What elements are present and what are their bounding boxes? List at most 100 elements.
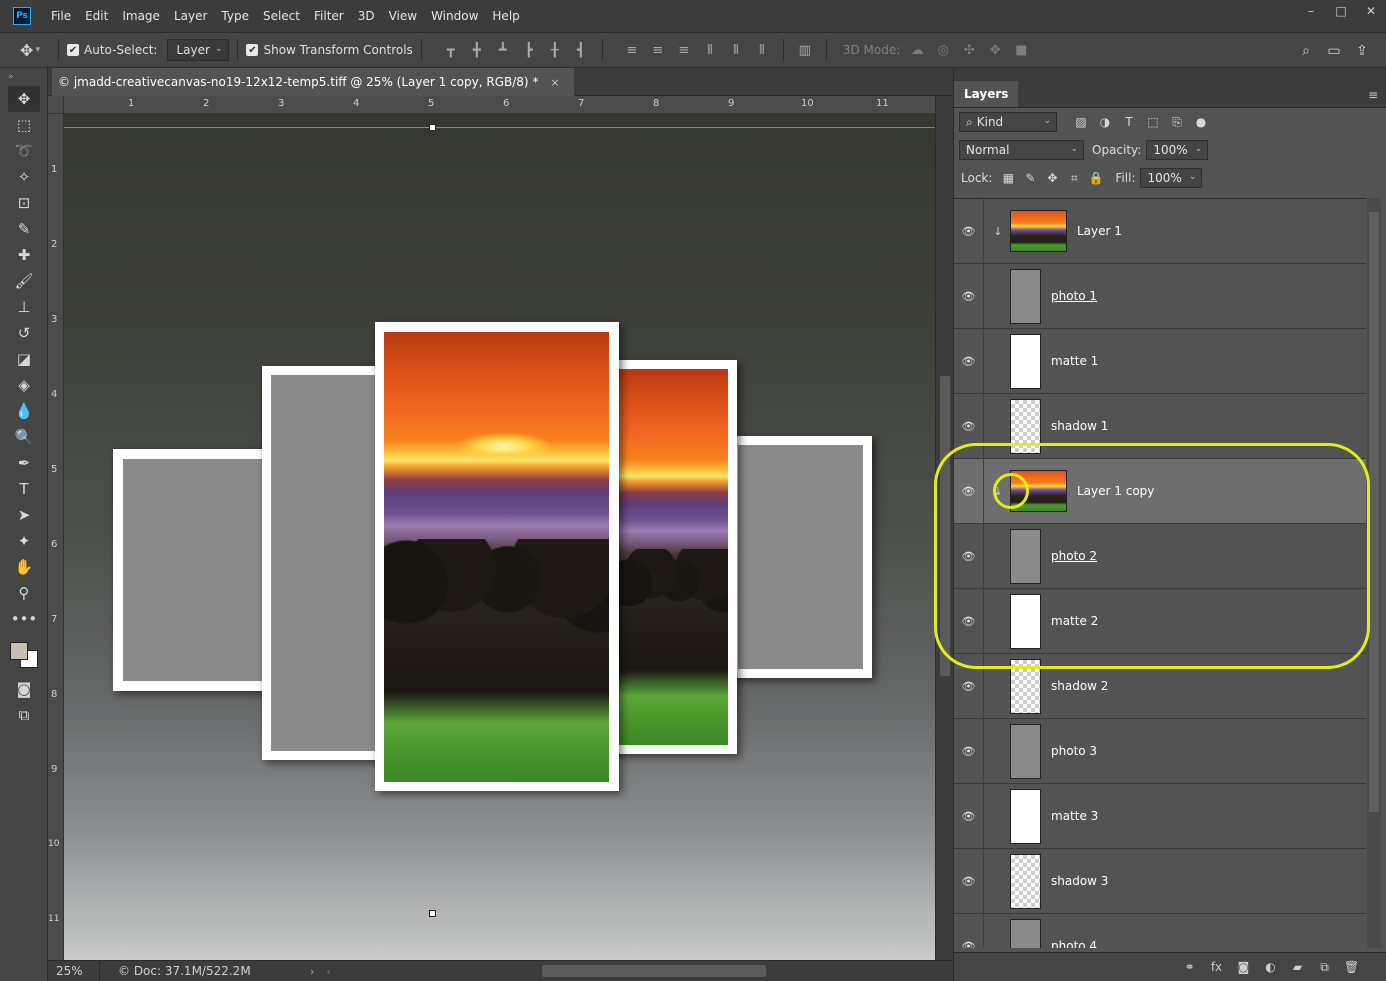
align-right-icon[interactable]: ┫ <box>568 39 594 61</box>
layer-style-icon[interactable]: fx <box>1203 960 1230 974</box>
visibility-eye-icon[interactable]: 👁 <box>954 328 984 394</box>
type-tool-icon[interactable]: T <box>8 476 40 502</box>
adjustment-filter-icon[interactable]: ◑ <box>1093 115 1117 130</box>
lasso-tool-icon[interactable]: ➰ <box>8 138 40 164</box>
clone-stamp-tool-icon[interactable]: ⊥ <box>8 294 40 320</box>
distribute-top-icon[interactable]: ≡ <box>619 39 645 61</box>
dodge-tool-icon[interactable]: 🔍 <box>8 424 40 450</box>
canvas-horizontal-scroll-thumb[interactable] <box>542 965 766 977</box>
lock-artboard-icon[interactable]: ⌗ <box>1063 171 1085 186</box>
menu-3d[interactable]: 3D <box>351 9 382 23</box>
tools-collapse-icon[interactable]: » <box>0 68 47 86</box>
shape-filter-icon[interactable]: ⬚ <box>1141 115 1165 130</box>
layer-name[interactable]: shadow 3 <box>1051 874 1108 888</box>
layer-thumbnail[interactable] <box>1010 268 1041 324</box>
custom-shape-tool-icon[interactable]: ✦ <box>8 528 40 554</box>
layer-row[interactable]: 👁 photo 1 <box>954 263 1366 329</box>
vertical-ruler[interactable]: 1 2 3 4 5 6 7 8 9 10 11 <box>48 114 64 960</box>
layer-thumbnail[interactable] <box>1010 210 1067 252</box>
document-canvas[interactable] <box>64 114 935 960</box>
align-vertical-center-icon[interactable]: ╋ <box>464 39 490 61</box>
menu-view[interactable]: View <box>382 9 424 23</box>
share-icon[interactable]: ⇪ <box>1348 40 1376 62</box>
status-expand-icon[interactable]: › <box>310 965 314 978</box>
new-layer-icon[interactable]: ⧉ <box>1311 960 1338 975</box>
visibility-eye-icon[interactable]: 👁 <box>954 718 984 784</box>
lock-transparent-pixels-icon[interactable]: ▦ <box>997 171 1019 186</box>
minimize-button[interactable]: – <box>1296 0 1326 22</box>
new-adjustment-layer-icon[interactable]: ◐ <box>1257 960 1284 974</box>
visibility-eye-icon[interactable]: 👁 <box>954 199 984 264</box>
crop-tool-icon[interactable]: ⊡ <box>8 190 40 216</box>
distribute-right-icon[interactable]: ⦀ <box>749 39 775 61</box>
3d-orbit-icon[interactable]: ☁ <box>904 39 930 61</box>
lock-position-icon[interactable]: ✥ <box>1041 171 1063 186</box>
layer-thumbnail[interactable] <box>1010 788 1041 844</box>
smart-object-filter-icon[interactable]: ⎘ <box>1165 115 1189 130</box>
opacity-field[interactable]: 100% ⌄ <box>1146 140 1209 160</box>
visibility-eye-icon[interactable]: 👁 <box>954 783 984 849</box>
layer-row[interactable]: 👁 matte 1 <box>954 328 1366 394</box>
new-group-icon[interactable]: ▰ <box>1284 960 1311 974</box>
distribute-horizontal-center-icon[interactable]: ⦀ <box>723 39 749 61</box>
layer-name[interactable]: photo 4 <box>1051 939 1097 948</box>
layer-name[interactable]: photo 3 <box>1051 744 1097 758</box>
layer-row[interactable]: 👁 photo 3 <box>954 718 1366 784</box>
filter-toggle-icon[interactable]: ● <box>1189 115 1213 130</box>
zoom-level[interactable]: 25% <box>48 960 100 981</box>
layer-thumbnail[interactable] <box>1010 918 1041 948</box>
menu-layer[interactable]: Layer <box>167 9 214 23</box>
layer-name[interactable]: photo 1 <box>1051 289 1097 303</box>
delete-layer-icon[interactable]: 🗑 <box>1338 960 1365 974</box>
panel-collapse-bar[interactable] <box>954 68 1386 82</box>
pixel-filter-icon[interactable]: ▨ <box>1069 115 1093 130</box>
menu-image[interactable]: Image <box>115 9 167 23</box>
lock-all-icon[interactable]: 🔒 <box>1085 171 1107 186</box>
show-transform-controls-checkbox[interactable]: ✔ <box>246 44 259 56</box>
pen-tool-icon[interactable]: ✒ <box>8 450 40 476</box>
auto-align-icon[interactable]: ▥ <box>792 39 818 61</box>
screen-mode-icon[interactable]: ⧉ <box>8 702 40 728</box>
layer-thumbnail[interactable] <box>1010 333 1041 389</box>
blur-tool-icon[interactable]: 💧 <box>8 398 40 424</box>
3d-slide-icon[interactable]: ✥ <box>982 39 1008 61</box>
transform-handle-top[interactable] <box>429 124 436 131</box>
visibility-eye-icon[interactable]: 👁 <box>954 263 984 329</box>
move-tool-preset-icon[interactable]: ✥ ▾ <box>10 37 50 63</box>
move-tool-icon[interactable]: ✥ <box>8 86 40 112</box>
scrollbar-thumb[interactable] <box>1369 212 1379 812</box>
transform-handle-bottom[interactable] <box>429 910 436 917</box>
maximize-button[interactable]: □ <box>1326 0 1356 22</box>
scroll-left-icon[interactable]: ‹ <box>326 965 330 978</box>
3d-drag-icon[interactable]: ✣ <box>956 39 982 61</box>
foreground-color-swatch[interactable] <box>10 642 28 660</box>
search-icon[interactable]: ⌕ <box>1292 40 1320 62</box>
distribute-left-icon[interactable]: ⦀ <box>697 39 723 61</box>
hand-tool-icon[interactable]: ✋ <box>8 554 40 580</box>
type-filter-icon[interactable]: T <box>1117 115 1141 130</box>
menu-window[interactable]: Window <box>424 9 485 23</box>
layer-row[interactable]: 👁 photo 4 <box>954 913 1366 948</box>
panel-menu-icon[interactable]: ≡ <box>1368 88 1378 102</box>
layer-name[interactable]: matte 1 <box>1051 354 1098 368</box>
fill-field[interactable]: 100% ⌄ <box>1140 168 1203 188</box>
close-tab-icon[interactable]: × <box>550 76 559 89</box>
distribute-bottom-icon[interactable]: ≡ <box>671 39 697 61</box>
edit-toolbar-icon[interactable]: ••• <box>8 606 40 632</box>
eyedropper-tool-icon[interactable]: ✎ <box>8 216 40 242</box>
auto-select-target-dropdown[interactable]: Layer ⌄ <box>167 39 230 61</box>
healing-brush-tool-icon[interactable]: ✚ <box>8 242 40 268</box>
menu-file[interactable]: File <box>44 9 78 23</box>
link-layers-icon[interactable]: ⚭ <box>1176 960 1203 974</box>
zoom-tool-icon[interactable]: ⚲ <box>8 580 40 606</box>
filter-kind-dropdown[interactable]: ⌕ Kind ⌄ <box>959 112 1057 132</box>
brush-tool-icon[interactable]: 🖌 <box>8 268 40 294</box>
auto-select-checkbox[interactable]: ✔ <box>67 44 79 56</box>
layer-name[interactable]: shadow 2 <box>1051 679 1108 693</box>
history-brush-tool-icon[interactable]: ↺ <box>8 320 40 346</box>
workspace-icon[interactable]: ▭ <box>1320 40 1348 62</box>
close-window-button[interactable]: ✕ <box>1356 0 1386 22</box>
lock-image-pixels-icon[interactable]: ✎ <box>1019 171 1041 186</box>
visibility-eye-icon[interactable]: 👁 <box>954 848 984 914</box>
visibility-eye-icon[interactable]: 👁 <box>954 913 984 948</box>
